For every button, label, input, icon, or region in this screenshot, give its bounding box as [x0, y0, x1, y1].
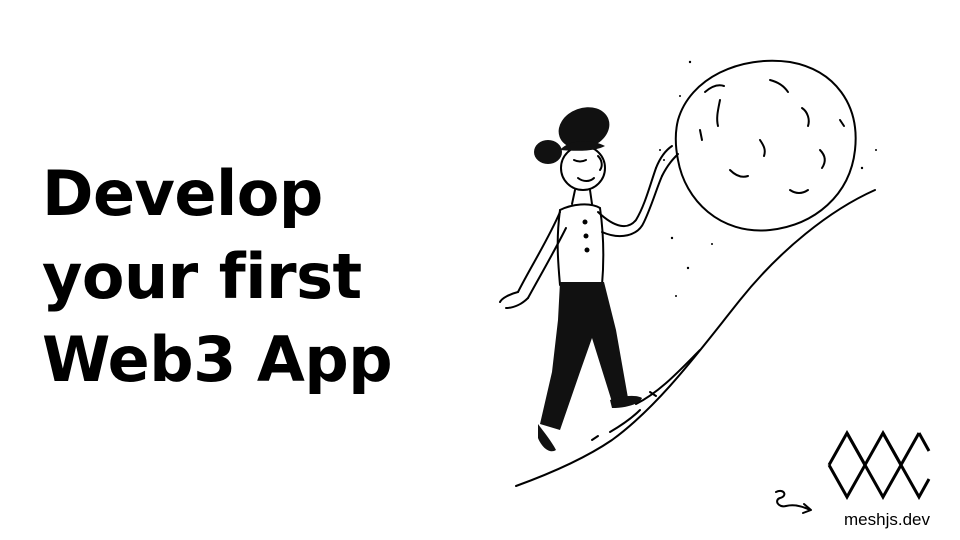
- headline-line-3: Web3 App: [42, 323, 393, 396]
- headline-line-2: your first: [42, 240, 362, 313]
- headline: Develop your first Web3 App: [42, 152, 393, 401]
- slide: Develop your first Web3 App meshjs.dev: [0, 0, 960, 540]
- brand: meshjs.dev: [772, 430, 932, 530]
- brand-url: meshjs.dev: [844, 510, 930, 529]
- mesh-triangles-logo-icon: [827, 430, 931, 500]
- headline-line-1: Develop: [42, 157, 323, 230]
- squiggle-arrow-icon: [775, 489, 812, 514]
